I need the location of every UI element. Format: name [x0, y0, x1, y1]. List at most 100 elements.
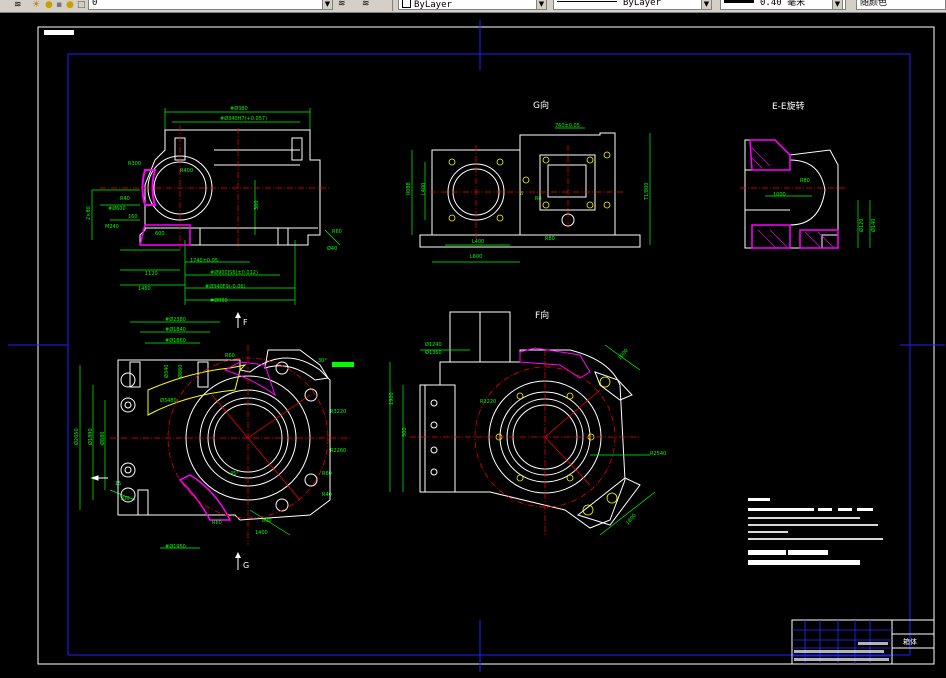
view-label-g: G向	[533, 99, 549, 111]
title-block-name: 箱体	[903, 637, 917, 646]
svg-text:Ø140: Ø140	[870, 219, 877, 232]
view-label-f: F向	[535, 309, 549, 321]
plotstyle-value: 随颜色	[860, 0, 888, 8]
svg-text:15: 15	[115, 481, 121, 487]
make-current-layer-icon[interactable]: ≋	[338, 0, 346, 11]
sheet-division-lines	[8, 20, 945, 672]
linetype-combo-arrow[interactable]: ▼	[701, 0, 712, 10]
top-view: #Ø2380 #Ø1840 #Ø1860 R60 Ø2650 Ø1890 Ø88…	[73, 316, 354, 550]
svg-text:760±0.05: 760±0.05	[555, 123, 580, 129]
color-square-icon	[402, 0, 411, 8]
svg-text:#Ø340H7(+0.057): #Ø340H7(+0.057)	[220, 115, 267, 122]
svg-text:R3220: R3220	[480, 399, 496, 405]
svg-text:30°: 30°	[318, 358, 327, 364]
title-block: 箱体	[791, 619, 935, 665]
drawing-canvas[interactable]: #Ø380 #Ø340H7(+0.057) R300 R400 2×80 R40…	[0, 12, 946, 674]
ee-section-view: R80 1000 Ø120 Ø140	[740, 139, 877, 249]
linetype-combo[interactable]: ByLayer	[553, 0, 703, 10]
svg-text:R400: R400	[180, 168, 193, 174]
linetype-sample	[557, 1, 617, 2]
layer-combo-arrow[interactable]: ▼	[322, 0, 333, 10]
front-view: #Ø380 #Ø340H7(+0.057) R300 R400 2×80 R40…	[86, 105, 342, 305]
layer-stack-icon[interactable]: ≋	[14, 1, 22, 12]
lineweight-combo[interactable]: 0.40 毫米	[720, 0, 846, 10]
svg-text:#Ø1840: #Ø1840	[165, 326, 186, 333]
layer-name: 0	[92, 0, 98, 8]
svg-text:R3220: R3220	[330, 409, 346, 415]
svg-text:R60: R60	[212, 520, 222, 526]
lineweight-value: 0.40 毫米	[760, 0, 806, 8]
f-view: Ø1240 Ø1360 1900 300 R3220 1000 R2540 18…	[389, 311, 666, 536]
plotstyle-combo[interactable]: 随颜色	[856, 0, 946, 10]
lock-icon[interactable]: ▪	[56, 1, 62, 12]
svg-text:Ø3480: Ø3480	[160, 397, 177, 404]
svg-text:#Ø2380: #Ø2380	[165, 316, 186, 323]
svg-text:1800: 1800	[625, 513, 638, 527]
svg-text:Ø860: Ø860	[177, 365, 184, 378]
svg-text:600: 600	[155, 231, 165, 237]
note-bar	[332, 362, 354, 367]
svg-text:M240: M240	[105, 224, 119, 230]
svg-text:1740±0.05: 1740±0.05	[190, 258, 218, 264]
svg-text:#Ø600: #Ø600	[108, 205, 126, 212]
svg-text:R40: R40	[322, 492, 332, 498]
svg-text:1120: 1120	[145, 271, 158, 277]
svg-text:Ø40: Ø40	[327, 245, 337, 252]
layer-combo[interactable]: 0	[88, 0, 324, 10]
color-value: ByLayer	[414, 0, 452, 10]
svg-text:R2260: R2260	[330, 448, 346, 454]
svg-text:300: 300	[402, 427, 408, 437]
svg-text:R80: R80	[545, 236, 555, 242]
arrow-g-label: G	[243, 561, 249, 570]
svg-text:1400: 1400	[255, 530, 268, 536]
arrow-f-label: F	[243, 318, 248, 327]
direction-arrow-f: F	[235, 312, 248, 328]
svg-text:R60: R60	[225, 353, 235, 359]
lineweight-sample	[724, 0, 754, 3]
sun-icon[interactable]: ●	[45, 1, 53, 12]
svg-text:800: 800	[262, 518, 272, 524]
svg-text:R40: R40	[120, 196, 130, 202]
svg-text:R300: R300	[128, 161, 141, 167]
linetype-value: ByLayer	[623, 0, 661, 8]
svg-text:Ø340: Ø340	[163, 365, 170, 378]
svg-text:R8: R8	[535, 196, 542, 202]
color-swatch-icon[interactable]: □	[77, 1, 86, 12]
svg-text:#Ø1860: #Ø1860	[165, 337, 186, 344]
svg-text:R60: R60	[332, 229, 342, 235]
svg-text:0088: 0088	[406, 182, 412, 195]
freeze-icon[interactable]: ●	[66, 1, 74, 12]
svg-text:R2540: R2540	[650, 451, 666, 457]
svg-text:Ø880: Ø880	[99, 432, 106, 445]
svg-text:Ø1890: Ø1890	[87, 428, 94, 445]
view-label-ee: E-E旋转	[772, 100, 805, 112]
svg-text:R60: R60	[322, 471, 332, 477]
svg-text:1000: 1000	[617, 348, 630, 362]
svg-text:L600: L600	[470, 254, 482, 260]
svg-text:Ø1360: Ø1360	[425, 349, 442, 356]
toolbar-separator	[392, 0, 393, 11]
svg-text:T1/800: T1/800	[644, 183, 650, 201]
bulb-icon[interactable]: ☀	[32, 1, 40, 12]
color-combo[interactable]: ByLayer	[398, 0, 538, 10]
f-marker	[90, 475, 108, 481]
lineweight-combo-arrow[interactable]: ▼	[832, 0, 843, 10]
svg-text:1900: 1900	[389, 392, 395, 405]
frame-tag	[44, 30, 74, 35]
svg-text:Ø2650: Ø2650	[73, 428, 80, 445]
direction-arrow-g: G	[235, 552, 249, 570]
technical-notes	[748, 498, 883, 565]
svg-text:#Ø380: #Ø380	[230, 105, 248, 112]
svg-text:#Ø1950: #Ø1950	[165, 543, 186, 550]
layer-previous-icon[interactable]: ≋	[362, 0, 370, 11]
svg-text:R80: R80	[800, 178, 810, 184]
svg-text:L400: L400	[472, 239, 484, 245]
svg-text:300: 300	[254, 200, 260, 210]
color-combo-arrow[interactable]: ▼	[536, 0, 547, 10]
svg-text:45°: 45°	[230, 471, 239, 477]
svg-text:#Ø900JS6(±0.012): #Ø900JS6(±0.012)	[210, 269, 258, 276]
svg-text:#Ø880: #Ø880	[210, 297, 228, 304]
svg-text:2×80: 2×80	[86, 206, 92, 220]
cad-drawing: #Ø380 #Ø340H7(+0.057) R300 R400 2×80 R40…	[8, 20, 945, 672]
svg-text:L400: L400	[421, 183, 427, 195]
